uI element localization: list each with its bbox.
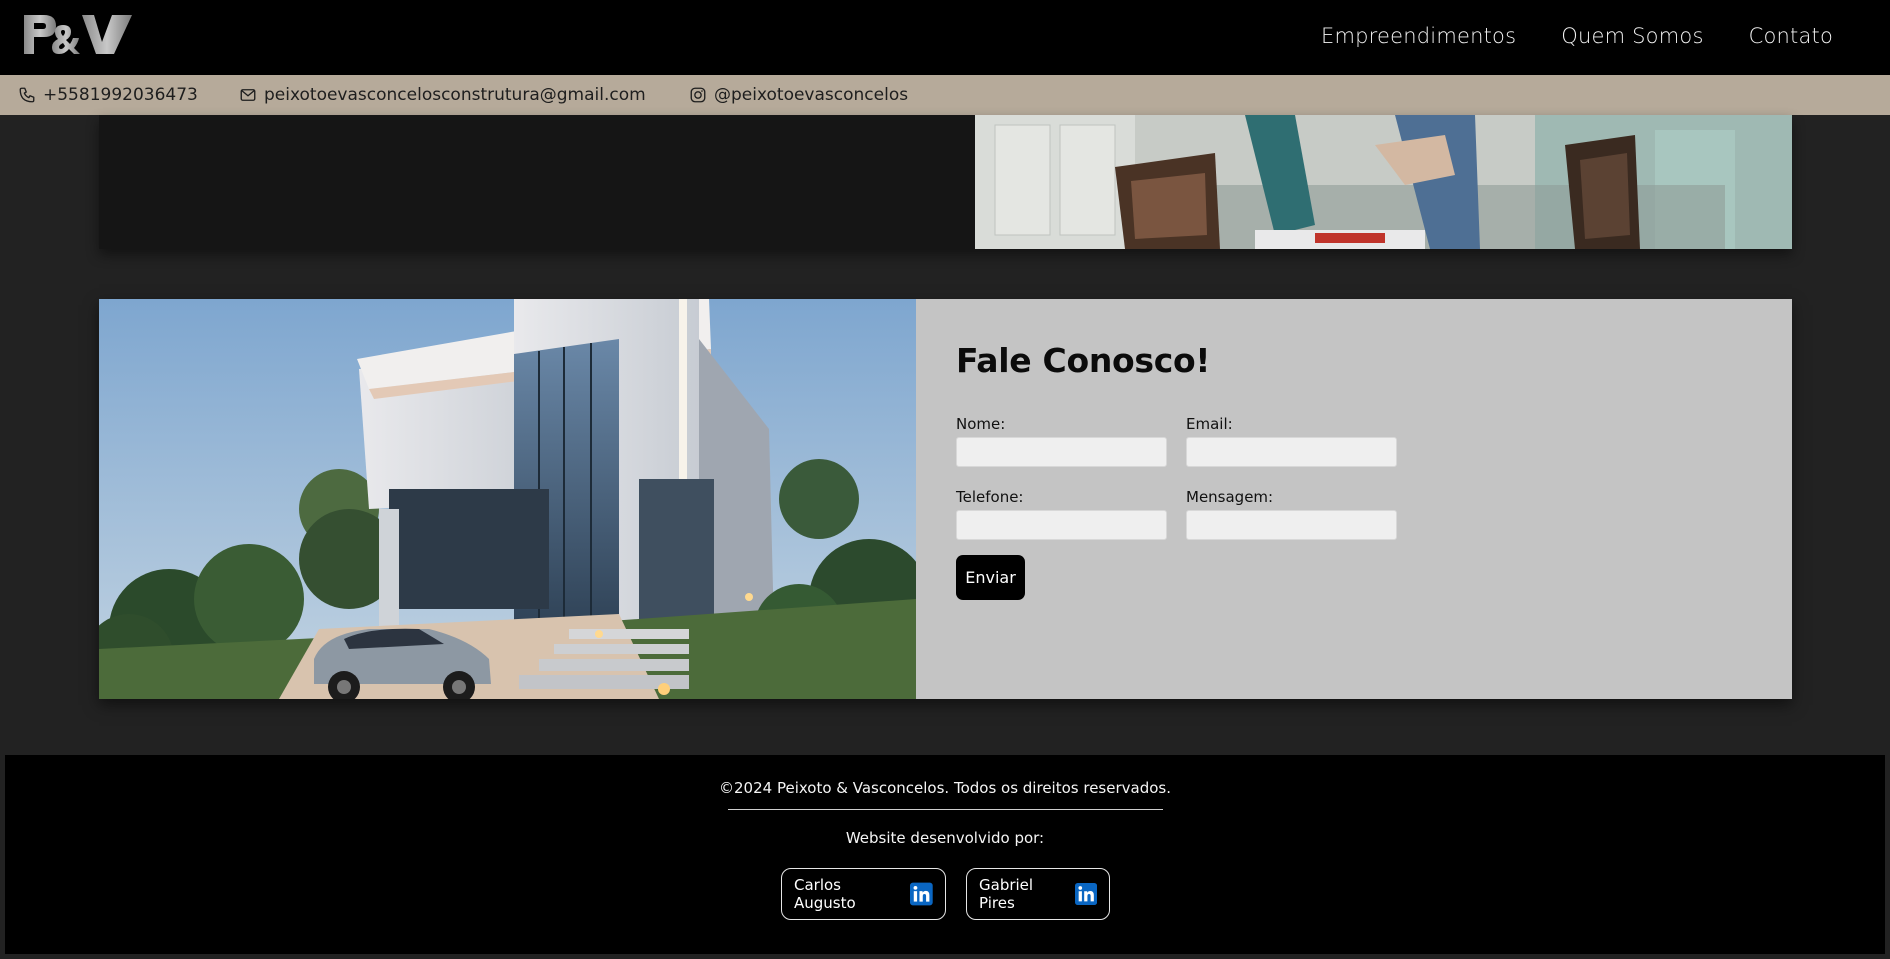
linkedin-icon — [910, 882, 933, 906]
copyright-text: ©2024 Peixoto & Vasconcelos. Todos os di… — [719, 779, 1171, 797]
message-label: Mensagem: — [1186, 488, 1274, 506]
team-meeting-illustration — [975, 115, 1792, 249]
contact-info-bar: +5581992036473 peixotoevasconcelosconstr… — [0, 75, 1890, 115]
phone-input[interactable] — [956, 510, 1167, 540]
developed-by-text: Website desenvolvido por: — [845, 829, 1045, 847]
about-card — [99, 115, 1792, 249]
name-label: Nome: — [956, 415, 1006, 433]
developer-link-gabriel[interactable]: Gabriel Pires — [966, 868, 1110, 920]
modern-house-illustration — [99, 299, 916, 699]
instagram-link[interactable]: @peixotoevasconcelos — [689, 85, 908, 105]
nav-empreendimentos[interactable]: Empreendimentos — [1321, 24, 1516, 48]
message-field-group: Mensagem: — [1186, 488, 1397, 540]
site-header: Empreendimentos Quem Somos Contato — [0, 0, 1890, 75]
email-link[interactable]: peixotoevasconcelosconstrutura@gmail.com — [239, 85, 646, 105]
phone-link[interactable]: +5581992036473 — [18, 85, 198, 105]
email-label: Email: — [1186, 415, 1233, 433]
mail-icon — [240, 89, 256, 101]
pv-logo-graphic — [24, 15, 132, 54]
phone-label: Telefone: — [956, 488, 1024, 506]
email-address: peixotoevasconcelosconstrutura@gmail.com — [264, 85, 646, 105]
form-title: Fale Conosco! — [956, 341, 1211, 380]
contact-form: Fale Conosco! Nome: Email: Telefone: Men… — [956, 341, 1397, 600]
nav-contato[interactable]: Contato — [1749, 24, 1833, 48]
developer-name: Carlos Augusto — [794, 876, 856, 912]
send-button[interactable]: Enviar — [956, 555, 1025, 600]
pv-logo[interactable] — [22, 12, 134, 57]
team-meeting-photo — [975, 115, 1792, 249]
developer-name: Gabriel Pires — [979, 876, 1034, 912]
nav-quem-somos[interactable]: Quem Somos — [1561, 24, 1703, 48]
contact-section: Fale Conosco! Nome: Email: Telefone: Men… — [99, 299, 1792, 699]
instagram-handle: @peixotoevasconcelos — [714, 85, 909, 105]
name-field-group: Nome: — [956, 415, 1167, 467]
developer-link-carlos[interactable]: Carlos Augusto — [781, 868, 946, 920]
linkedin-icon — [1074, 882, 1097, 906]
site-footer: ©2024 Peixoto & Vasconcelos. Todos os di… — [5, 755, 1885, 954]
house-photo — [99, 299, 916, 699]
name-input[interactable] — [956, 437, 1167, 467]
footer-divider — [728, 809, 1163, 810]
phone-field-group: Telefone: — [956, 488, 1167, 540]
main-nav: Empreendimentos Quem Somos Contato — [1321, 24, 1833, 48]
instagram-icon — [690, 87, 706, 103]
message-input[interactable] — [1186, 510, 1397, 540]
email-input[interactable] — [1186, 437, 1397, 467]
email-field-group: Email: — [1186, 415, 1397, 467]
phone-number: +5581992036473 — [43, 85, 198, 105]
phone-icon — [19, 87, 35, 103]
